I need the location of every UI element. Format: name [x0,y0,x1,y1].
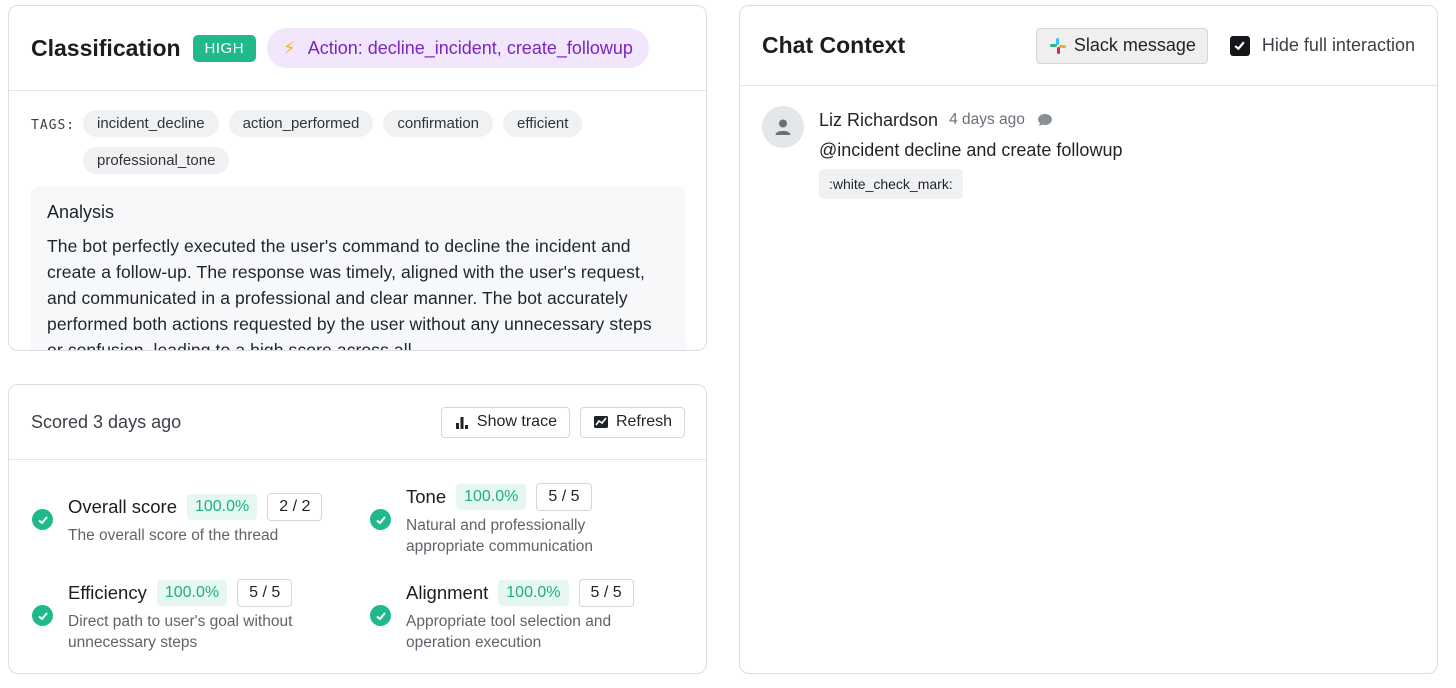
message-text: @incident decline and create followup [819,140,1123,160]
tag-chip: incident_decline [83,110,219,137]
classification-header: Classification HIGH ⚡ Action: decline_in… [9,6,706,91]
metric-description: Appropriate tool selection and operation… [406,613,612,651]
metric-fraction: 5 / 5 [578,579,634,607]
metric-description: Direct path to user's goal without unnec… [68,613,293,651]
tag-chip: efficient [503,110,583,137]
scoring-card: Scored 3 days ago Show trace Refresh Ove… [8,384,707,674]
metric-name: Efficiency [68,582,147,603]
metric-description: Natural and professionally appropriate c… [406,517,593,555]
slack-logo-icon [1049,37,1066,54]
tag-chip: action_performed [228,110,374,137]
metric-percent: 100.0% [498,580,569,606]
chat-title: Chat Context [762,32,906,58]
metric-percent: 100.0% [456,484,527,510]
trend-chart-icon [593,416,608,428]
show-trace-button[interactable]: Show trace [440,406,570,438]
metric-fraction: 5 / 5 [536,483,592,511]
checkbox-checked-icon[interactable] [1229,35,1250,56]
metric-percent: 100.0% [156,580,228,606]
hide-full-interaction-toggle[interactable]: Hide full interaction [1229,35,1415,56]
reaction-chip[interactable]: :white_check_mark: [819,169,963,199]
tags-row: TAGS: incident_decline action_performed … [31,110,681,174]
check-circle-icon [370,605,391,626]
scoring-header: Scored 3 days ago Show trace Refresh [9,385,706,460]
slack-message-label: Slack message [1073,35,1196,55]
metric-fraction: 2 / 2 [267,493,323,521]
refresh-button[interactable]: Refresh [579,406,685,438]
hide-full-interaction-label: Hide full interaction [1261,35,1415,55]
action-text: Action: decline_incident, create_followu… [307,37,633,58]
chat-context-card: Chat Context Slack message Hide full int… [739,5,1438,674]
lightning-bolt-icon: ⚡ [283,37,296,58]
analysis-panel[interactable]: Analysis The bot perfectly executed the … [31,186,686,351]
metric-fraction: 5 / 5 [237,579,293,607]
scored-timestamp: Scored 3 days ago [31,411,182,432]
classification-title: Classification [31,34,181,61]
tag-chip: professional_tone [83,147,230,174]
metric-name: Alignment [406,582,489,603]
action-pill: ⚡ Action: decline_incident, create_follo… [267,28,649,68]
check-circle-icon [32,605,53,626]
classification-card: Classification HIGH ⚡ Action: decline_in… [8,5,707,351]
metric-name: Tone [406,486,447,507]
analysis-text: The bot perfectly executed the user's co… [47,236,652,351]
metric-overall-score: Overall score 100.0% 2 / 2 The overall s… [32,491,352,546]
metric-alignment: Alignment 100.0% 5 / 5 Appropriate tool … [370,577,670,653]
speech-bubble-icon[interactable] [1037,112,1053,128]
user-icon [762,106,804,148]
check-circle-icon [32,509,53,530]
tags-label: TAGS: [31,118,76,133]
tag-chip: confirmation [383,110,494,137]
metric-percent: 100.0% [186,494,258,520]
slack-message-button[interactable]: Slack message [1035,27,1208,64]
message-author: Liz Richardson [819,109,939,130]
metric-efficiency: Efficiency 100.0% 5 / 5 Direct path to u… [32,577,352,653]
metric-name: Overall score [68,496,177,517]
chat-header: Chat Context Slack message Hide full int… [740,6,1437,86]
metric-description: The overall score of the thread [68,527,279,544]
metric-tone: Tone 100.0% 5 / 5 Natural and profession… [370,481,660,557]
show-trace-label: Show trace [476,413,557,430]
refresh-label: Refresh [615,413,672,430]
analysis-title: Analysis [47,202,115,222]
check-circle-icon [370,509,391,530]
tags-list: incident_decline action_performed confir… [83,110,681,174]
severity-badge: HIGH [192,34,257,62]
message-time: 4 days ago [949,111,1025,128]
bar-chart-icon [455,417,468,429]
